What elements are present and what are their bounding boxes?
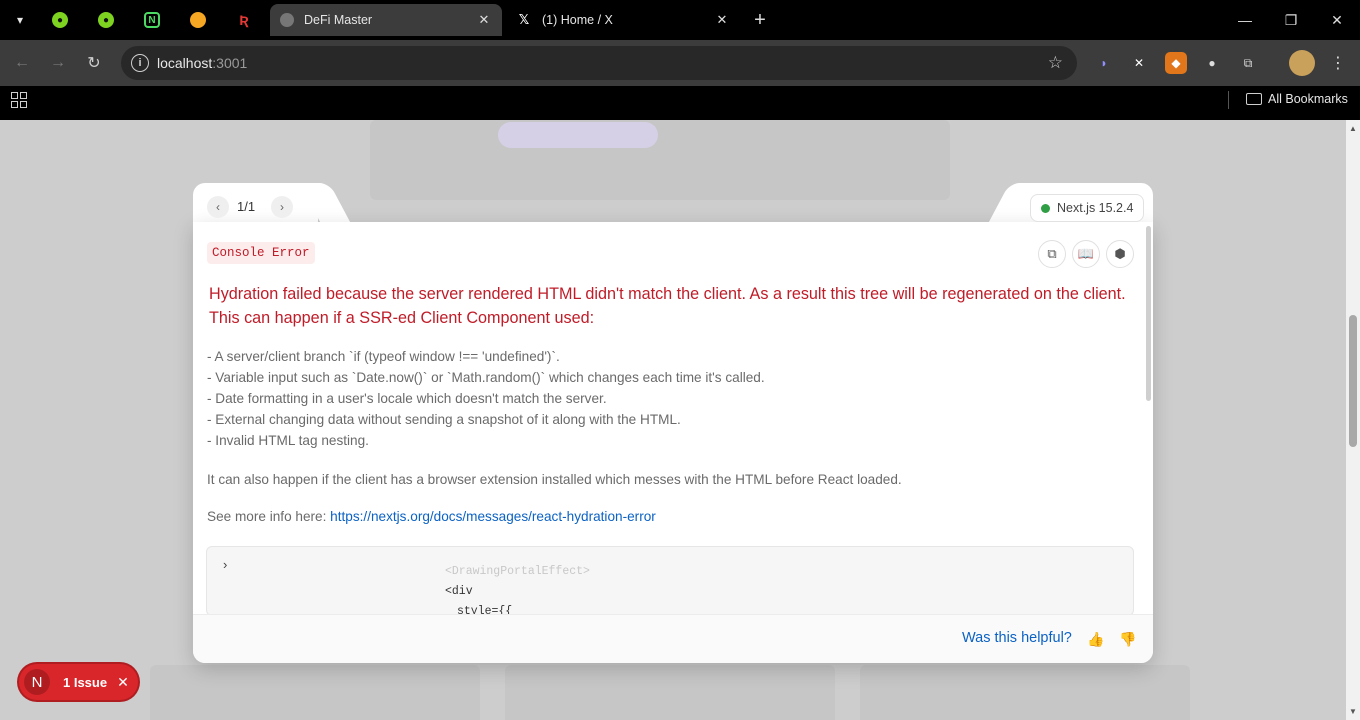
metamask-extension-icon[interactable]: ◆ <box>1165 52 1187 74</box>
issues-count-label: 1 Issue <box>63 674 108 690</box>
docs-link[interactable]: https://nextjs.org/docs/messages/react-h… <box>330 509 656 524</box>
background-panel <box>370 120 950 200</box>
forward-icon[interactable]: → <box>46 51 70 75</box>
bookmarks-divider <box>1228 91 1229 109</box>
next-error-button[interactable]: › <box>271 196 293 218</box>
pizza-favicon-icon <box>190 12 206 28</box>
list-item: - Variable input such as `Date.now()` or… <box>207 370 765 385</box>
error-causes-list: - A server/client branch `if (typeof win… <box>207 346 1127 451</box>
profile-avatar[interactable] <box>1289 50 1315 76</box>
site-info-icon[interactable]: i <box>131 54 149 72</box>
ghost-extension-icon[interactable]: ◗ <box>1093 52 1115 74</box>
list-item: - Invalid HTML tag nesting. <box>207 433 369 448</box>
code-line: <DrawingPortalEffect> <box>445 565 590 578</box>
settings-hex-icon[interactable]: ⬢ <box>1106 240 1134 268</box>
code-frame: › <DrawingPortalEffect> <div style={{ <box>206 546 1134 616</box>
url-text[interactable]: localhost:3001 <box>157 55 247 71</box>
error-type-badge: Console Error <box>207 242 315 264</box>
reload-icon[interactable]: ↻ <box>82 51 106 75</box>
expand-chevron-icon[interactable]: › <box>223 557 227 572</box>
code-line: <div <box>445 585 473 598</box>
tab-title: (1) Home / X <box>542 13 613 27</box>
r-favicon-icon: Ʀ <box>239 12 249 28</box>
more-info: See more info here: https://nextjs.org/d… <box>207 509 656 524</box>
copy-icon[interactable]: ⧉ <box>1038 240 1066 268</box>
extension-note: It can also happen if the client has a b… <box>207 472 902 487</box>
chat-favicon-icon: ● <box>98 12 114 28</box>
scroll-down-icon[interactable]: ▼ <box>1349 707 1357 716</box>
background-card <box>860 665 1190 720</box>
scroll-up-icon[interactable]: ▲ <box>1349 124 1357 133</box>
dismiss-icon[interactable]: ✕ <box>117 674 129 691</box>
restore-icon[interactable]: ❐ <box>1279 8 1303 32</box>
minimize-icon[interactable]: — <box>1233 8 1257 32</box>
thumbs-down-icon[interactable]: 👎 <box>1118 629 1138 649</box>
tab-defi-master[interactable]: DeFi Master ✕ <box>270 4 502 36</box>
error-heading: Hydration failed because the server rend… <box>209 285 1126 327</box>
pinned-tab-1[interactable]: ● <box>37 6 83 34</box>
tab-title: DeFi Master <box>304 13 373 27</box>
all-bookmarks-button[interactable]: All Bookmarks <box>1246 92 1348 106</box>
dialog-scrollbar[interactable] <box>1146 226 1151 401</box>
docs-book-icon[interactable]: 📖 <box>1072 240 1100 268</box>
issues-badge[interactable]: N 1 Issue ✕ <box>19 664 138 700</box>
new-tab-button[interactable]: + <box>749 9 771 31</box>
list-item: - A server/client branch `if (typeof win… <box>207 349 560 364</box>
close-window-icon[interactable]: ✕ <box>1325 8 1349 32</box>
pinned-tab-2[interactable]: ● <box>83 6 129 34</box>
chat-favicon-icon: ● <box>52 12 68 28</box>
folder-icon <box>1246 93 1262 105</box>
nextjs-version-badge[interactable]: Next.js 15.2.4 <box>1030 194 1145 222</box>
close-tab-icon[interactable]: ✕ <box>476 12 492 28</box>
browser-window: ▾ ● ● N Ʀ DeFi Master ✕ 𝕏 (1) Home / X ✕… <box>0 0 1360 720</box>
apps-grid-icon[interactable] <box>11 92 27 108</box>
status-dot <box>1041 203 1050 213</box>
n-favicon-icon: N <box>144 12 160 28</box>
address-bar[interactable]: i localhost:3001 ☆ <box>121 46 1077 80</box>
toolbar: ← → ↻ i localhost:3001 ☆ ◗ ✕ ◆ ● ⧉ ⋮ <box>0 40 1360 86</box>
close-tab-icon[interactable]: ✕ <box>714 12 730 28</box>
scrollbar-thumb[interactable] <box>1349 315 1357 447</box>
back-icon[interactable]: ← <box>10 51 34 75</box>
error-count: 1/1 <box>237 199 256 214</box>
version-label: Next.js 15.2.4 <box>1057 201 1134 215</box>
all-bookmarks-label: All Bookmarks <box>1268 92 1348 106</box>
background-card <box>150 665 480 720</box>
extension-icon[interactable]: ● <box>1201 52 1223 74</box>
tab-search-icon[interactable]: ▾ <box>8 8 32 32</box>
menu-dots-icon[interactable]: ⋮ <box>1327 52 1349 74</box>
tab-home-x[interactable]: 𝕏 (1) Home / X ✕ <box>506 4 740 36</box>
background-button <box>498 122 658 148</box>
background-card <box>505 665 835 720</box>
bookmark-star-icon[interactable]: ☆ <box>1048 53 1063 73</box>
thumbs-up-icon[interactable]: 👍 <box>1086 629 1106 649</box>
feedback-prompt: Was this helpful? <box>962 630 1072 646</box>
pinned-tab-5[interactable]: Ʀ <box>221 6 267 34</box>
x-favicon-icon: 𝕏 <box>518 12 530 27</box>
x-extension-icon[interactable]: ✕ <box>1128 52 1150 74</box>
globe-favicon-icon <box>280 13 294 27</box>
pinned-tab-3[interactable]: N <box>129 6 175 34</box>
list-item: - Date formatting in a user's locale whi… <box>207 391 607 406</box>
page-scrollbar[interactable]: ▲ ▼ <box>1346 120 1360 720</box>
pinned-tab-4[interactable] <box>175 6 221 34</box>
nextjs-logo-icon: N <box>24 669 50 695</box>
list-item: - External changing data without sending… <box>207 412 681 427</box>
bookmarks-bar <box>0 86 1360 120</box>
prev-error-button[interactable]: ‹ <box>207 196 229 218</box>
extensions-puzzle-icon[interactable]: ⧉ <box>1237 52 1259 74</box>
